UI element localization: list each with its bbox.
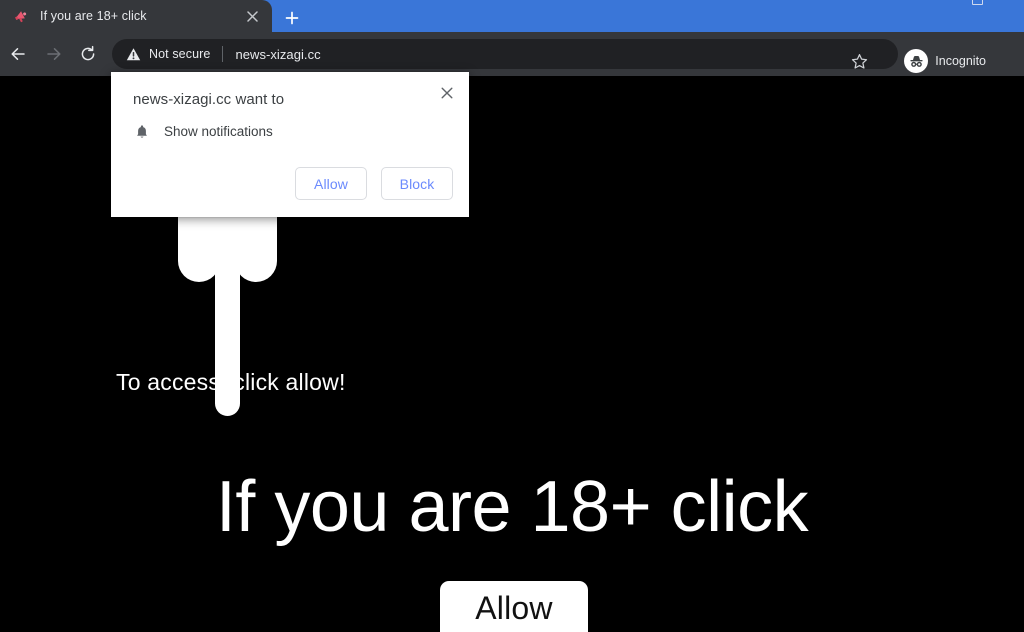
block-button[interactable]: Block (381, 167, 453, 200)
megaphone-icon (14, 8, 30, 24)
close-icon[interactable] (434, 80, 460, 106)
browser-toolbar: Not secure news-xizagi.cc Incognito (0, 32, 1024, 76)
close-icon[interactable] (244, 8, 260, 24)
notification-permission-dialog: news-xizagi.cc want to Show notification… (111, 72, 469, 217)
minimize-button[interactable] (908, 0, 954, 15)
browser-tab-active[interactable]: If you are 18+ click (0, 0, 272, 32)
omnibox-divider (222, 46, 224, 62)
permission-label: Show notifications (164, 124, 273, 139)
address-bar[interactable]: Not secure news-xizagi.cc Incognito (112, 39, 986, 73)
allow-button-label: Allow (314, 175, 348, 192)
allow-button[interactable]: Allow (295, 167, 367, 200)
tab-strip: If you are 18+ click (0, 0, 1024, 32)
tab-title: If you are 18+ click (40, 9, 147, 23)
window-controls (884, 0, 1024, 32)
forward-button (40, 40, 68, 68)
bell-icon (133, 123, 150, 140)
permission-dialog-actions: Allow Block (295, 167, 453, 200)
browser-window: If you are 18+ click Not secure news-xiz… (0, 0, 1024, 632)
incognito-icon (904, 49, 929, 73)
page-allow-button-label: Allow (475, 590, 553, 626)
plus-icon (285, 11, 299, 25)
url-text: news-xizagi.cc (235, 46, 321, 62)
permission-request-row: Show notifications (133, 123, 273, 140)
arrow-right-icon (47, 48, 61, 60)
page-allow-button[interactable]: Allow (440, 581, 588, 632)
reload-button[interactable] (74, 40, 102, 68)
block-button-label: Block (399, 175, 435, 192)
reload-icon (81, 45, 95, 61)
permission-dialog-title: news-xizagi.cc want to (133, 91, 285, 108)
instruction-text: To access, click allow! (116, 369, 346, 395)
incognito-indicator[interactable]: Incognito (900, 46, 996, 76)
maximize-button[interactable] (954, 0, 1000, 15)
new-tab-button[interactable] (277, 4, 307, 32)
star-icon[interactable] (844, 46, 874, 76)
incognito-label: Incognito (935, 54, 986, 68)
arrow-left-icon (11, 48, 25, 60)
maximize-icon (971, 0, 983, 5)
security-status-text: Not secure (149, 47, 211, 61)
page-headline: If you are 18+ click (215, 467, 809, 547)
warning-triangle-icon (126, 47, 141, 62)
back-button[interactable] (4, 40, 32, 68)
